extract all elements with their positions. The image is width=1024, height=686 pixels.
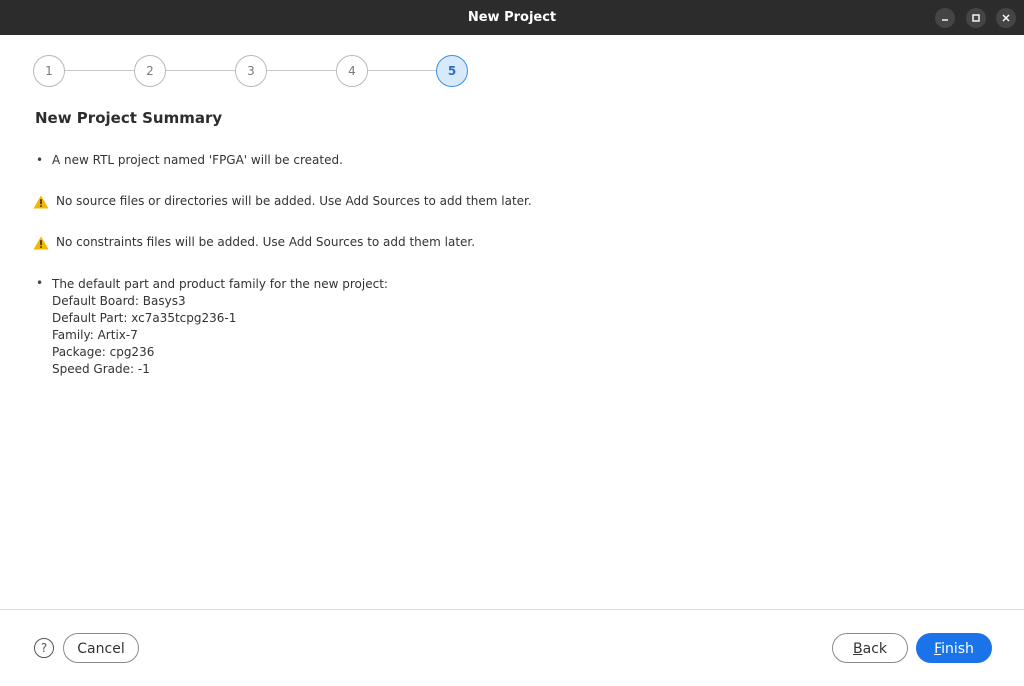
cancel-button[interactable]: Cancel [63,633,139,663]
minimize-icon [942,19,948,21]
part-summary-block: The default part and product family for … [52,276,388,378]
summary-text: A new RTL project named 'FPGA' will be c… [52,153,343,167]
help-button[interactable]: ? [34,638,54,658]
minimize-button[interactable] [935,8,955,28]
wizard-stepper: 1 2 3 4 5 [33,55,469,87]
speed-grade: Speed Grade: -1 [52,362,150,376]
step-connector [64,70,134,71]
step-2[interactable]: 2 [134,55,166,87]
maximize-button[interactable] [966,8,986,28]
step-3[interactable]: 3 [235,55,267,87]
default-board: Default Board: Basys3 [52,294,186,308]
finish-button[interactable]: Finish [916,633,992,663]
back-button[interactable]: Back [832,633,908,663]
step-4[interactable]: 4 [336,55,368,87]
default-part: Default Part: xc7a35tcpg236-1 [52,311,237,325]
back-label-rest: ack [862,641,887,657]
bullet-icon: • [36,276,44,290]
step-5[interactable]: 5 [436,55,468,87]
close-button[interactable] [996,8,1016,28]
step-connector [165,70,235,71]
maximize-icon [972,14,980,22]
page-title: New Project Summary [35,109,223,127]
step-connector [266,70,336,71]
window-title: New Project [467,10,557,25]
warning-text: No constraints files will be added. Use … [56,235,476,249]
step-1[interactable]: 1 [33,55,65,87]
warning-icon [33,195,49,209]
bullet-icon: • [36,153,44,167]
new-project-window: New Project 1 2 3 4 5 New Project Summar… [0,0,1024,686]
warning-icon [33,236,49,250]
family: Family: Artix-7 [52,328,138,342]
close-icon [1002,14,1010,22]
footer-divider [0,609,1024,610]
package: Package: cpg236 [52,345,155,359]
finish-label-rest: inish [941,641,974,657]
back-mnemonic: B [853,641,863,657]
warning-text: No source files or directories will be a… [56,194,532,208]
part-summary-heading: The default part and product family for … [52,277,388,291]
step-connector [367,70,437,71]
title-bar[interactable]: New Project [0,0,1024,35]
